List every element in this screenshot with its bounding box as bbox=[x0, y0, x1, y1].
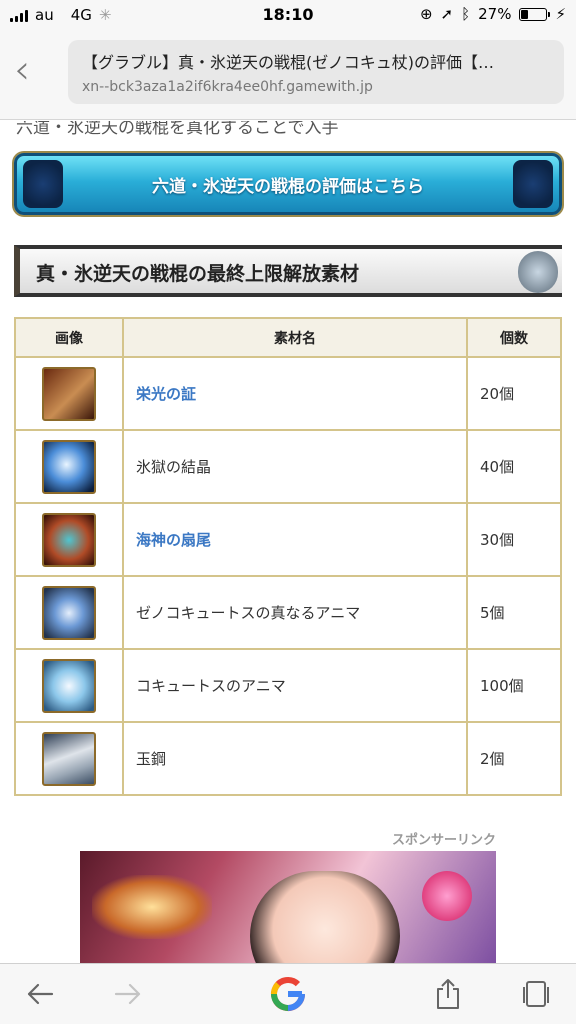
google-icon[interactable] bbox=[266, 976, 310, 1012]
material-link[interactable]: 栄光の証 bbox=[136, 385, 196, 403]
status-bar: au 4G ✳ 18:10 ⊕ ➚ ᛒ 27% ⚡ bbox=[0, 0, 576, 30]
ornament-icon bbox=[23, 160, 63, 208]
ad-flower-image bbox=[422, 871, 472, 921]
table-row: コキュートスのアニマ 100個 bbox=[14, 648, 562, 723]
material-name: 玉鋼 bbox=[136, 750, 167, 768]
location-arrow-icon: ➚ bbox=[440, 5, 454, 23]
table-row: 玉鋼 2個 bbox=[14, 721, 562, 796]
material-count: 40個 bbox=[466, 429, 562, 504]
advertisement-banner[interactable] bbox=[80, 851, 496, 963]
tamahagane-icon bbox=[42, 731, 96, 786]
material-count: 20個 bbox=[466, 356, 562, 431]
glory-proof-icon bbox=[42, 366, 96, 421]
forward-arrow-icon[interactable] bbox=[106, 976, 150, 1012]
ice-crystal-icon bbox=[42, 439, 96, 494]
cocytus-anima-icon bbox=[42, 658, 96, 713]
table-row: 海神の扇尾 30個 bbox=[14, 502, 562, 577]
url-box[interactable]: 【グラブル】真・氷逆天の戦棍(ゼノコキュ杖)の評価【… xn--bck3aza1… bbox=[68, 40, 564, 104]
ad-logo-image bbox=[92, 875, 212, 939]
battery-percent: 27% bbox=[478, 5, 512, 23]
sea-god-tail-icon bbox=[42, 512, 96, 567]
status-right: ⊕ ➚ ᛒ 27% ⚡ bbox=[420, 5, 566, 23]
browser-navbar: ‹ 【グラブル】真・氷逆天の戦棍(ゼノコキュ杖)の評価【… xn--bck3az… bbox=[0, 30, 576, 120]
page-title: 【グラブル】真・氷逆天の戦棍(ゼノコキュ杖)の評価【… bbox=[82, 53, 495, 72]
material-count: 30個 bbox=[466, 502, 562, 577]
header-count: 個数 bbox=[466, 317, 562, 358]
ad-character-image bbox=[250, 871, 400, 963]
material-count: 5個 bbox=[466, 575, 562, 650]
charging-bolt-icon: ⚡ bbox=[555, 5, 566, 23]
orientation-lock-icon: ⊕ bbox=[419, 5, 433, 23]
table-row: ゼノコキュートスの真なるアニマ 5個 bbox=[14, 575, 562, 650]
evaluation-link-label: 六道・氷逆天の戦棍の評価はこちら bbox=[152, 176, 424, 197]
materials-table: 画像 素材名 個数 栄光の証 20個 氷獄の結晶 40個 海神の扇尾 30個 ゼ… bbox=[14, 317, 562, 796]
back-arrow-icon[interactable] bbox=[18, 976, 62, 1012]
table-header-row: 画像 素材名 個数 bbox=[14, 317, 562, 358]
browser-toolbar bbox=[0, 963, 576, 1024]
share-icon[interactable] bbox=[426, 976, 470, 1012]
material-name: コキュートスのアニマ bbox=[136, 677, 286, 695]
navbar-back-icon[interactable]: ‹ bbox=[14, 50, 54, 94]
material-name: 氷獄の結晶 bbox=[136, 458, 212, 476]
section-ornament-icon bbox=[518, 251, 558, 293]
sponsor-label: スポンサーリンク bbox=[391, 833, 496, 848]
evaluation-link-button[interactable]: 六道・氷逆天の戦棍の評価はこちら bbox=[14, 153, 562, 215]
xeno-cocytus-true-anima-icon bbox=[42, 585, 96, 640]
section-heading: 真・氷逆天の戦棍の最終上限解放素材 bbox=[14, 245, 562, 297]
section-heading-text: 真・氷逆天の戦棍の最終上限解放素材 bbox=[36, 263, 360, 285]
table-row: 栄光の証 20個 bbox=[14, 356, 562, 431]
bluetooth-icon: ᛒ bbox=[461, 5, 471, 23]
material-name: ゼノコキュートスの真なるアニマ bbox=[136, 604, 361, 622]
material-count: 100個 bbox=[466, 648, 562, 723]
table-row: 氷獄の結晶 40個 bbox=[14, 429, 562, 504]
tabs-icon[interactable] bbox=[514, 976, 558, 1012]
page-domain: xn--bck3aza1a2if6kra4ee0hf.gamewith.jp bbox=[82, 79, 373, 95]
material-count: 2個 bbox=[466, 721, 562, 796]
ornament-icon bbox=[513, 160, 553, 208]
truncated-paragraph: 六道・氷逆天の戦棍を真化することで入手 bbox=[16, 121, 339, 138]
page-content[interactable]: 六道・氷逆天の戦棍を真化することで入手 六道・氷逆天の戦棍の評価はこちら 真・氷… bbox=[0, 121, 576, 963]
header-material-name: 素材名 bbox=[122, 317, 468, 358]
material-link[interactable]: 海神の扇尾 bbox=[136, 531, 211, 549]
header-image: 画像 bbox=[14, 317, 124, 358]
battery-icon bbox=[519, 7, 551, 21]
